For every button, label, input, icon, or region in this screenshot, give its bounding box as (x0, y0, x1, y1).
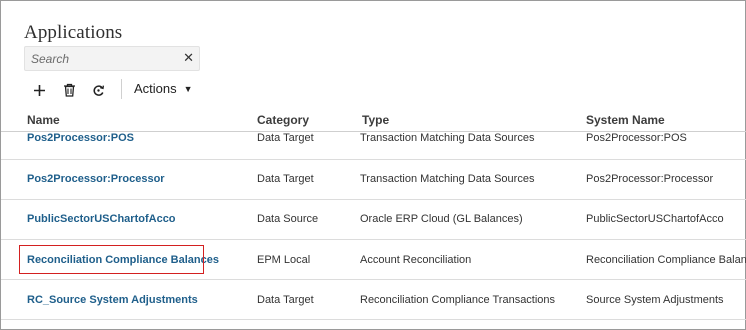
system-name-cell: Pos2Processor:POS (586, 132, 687, 144)
actions-label: Actions (134, 81, 177, 96)
add-button[interactable] (30, 81, 48, 99)
search-input[interactable] (25, 47, 175, 70)
highlight-box (19, 245, 204, 274)
system-name-cell: Source System Adjustments (586, 294, 724, 306)
name-cell[interactable]: RC_Source System Adjustments (27, 294, 198, 306)
table-row[interactable]: Pos2Processor:POS Data Target Transactio… (1, 120, 746, 160)
table-row[interactable]: Pos2Processor:Processor Data Target Tran… (1, 160, 746, 200)
refresh-button[interactable] (89, 81, 107, 99)
name-cell[interactable]: Pos2Processor:POS (27, 132, 134, 144)
type-cell: Reconciliation Compliance Transactions (360, 294, 556, 306)
category-cell: EPM Local (257, 254, 311, 266)
toolbar-divider (121, 79, 122, 99)
page-title: Applications (24, 22, 123, 43)
name-cell[interactable]: Pos2Processor:Processor (27, 173, 165, 185)
system-name-cell: Reconciliation Compliance Balances (586, 254, 746, 266)
search-box: ✕ (24, 46, 200, 71)
table-row[interactable]: PublicSectorUSChartofAcco Data Source Or… (1, 200, 746, 240)
actions-menu-button[interactable]: Actions ▼ (134, 81, 193, 96)
category-cell: Data Target (257, 132, 314, 144)
refresh-icon (92, 84, 104, 96)
type-cell: Account Reconciliation (360, 254, 472, 266)
category-cell: Data Target (257, 173, 314, 185)
system-name-cell: Pos2Processor:Processor (586, 173, 714, 185)
toolbar: Actions ▼ (24, 79, 724, 101)
name-cell[interactable]: PublicSectorUSChartofAcco (27, 213, 176, 225)
applications-panel: Applications ✕ Actions (0, 0, 746, 330)
system-name-cell: PublicSectorUSChartofAcco (586, 213, 724, 225)
plus-icon (33, 84, 45, 96)
type-cell: Transaction Matching Data Sources (360, 132, 535, 144)
trash-icon (63, 83, 75, 97)
caret-down-icon: ▼ (183, 83, 193, 94)
type-cell: Oracle ERP Cloud (GL Balances) (360, 213, 523, 225)
type-cell: Transaction Matching Data Sources (360, 173, 535, 185)
delete-button[interactable] (60, 81, 78, 99)
category-cell: Data Target (257, 294, 314, 306)
category-cell: Data Source (257, 213, 319, 225)
table-row[interactable]: RC_Source System Adjustments Data Target… (1, 280, 746, 320)
close-icon[interactable]: ✕ (183, 51, 194, 65)
